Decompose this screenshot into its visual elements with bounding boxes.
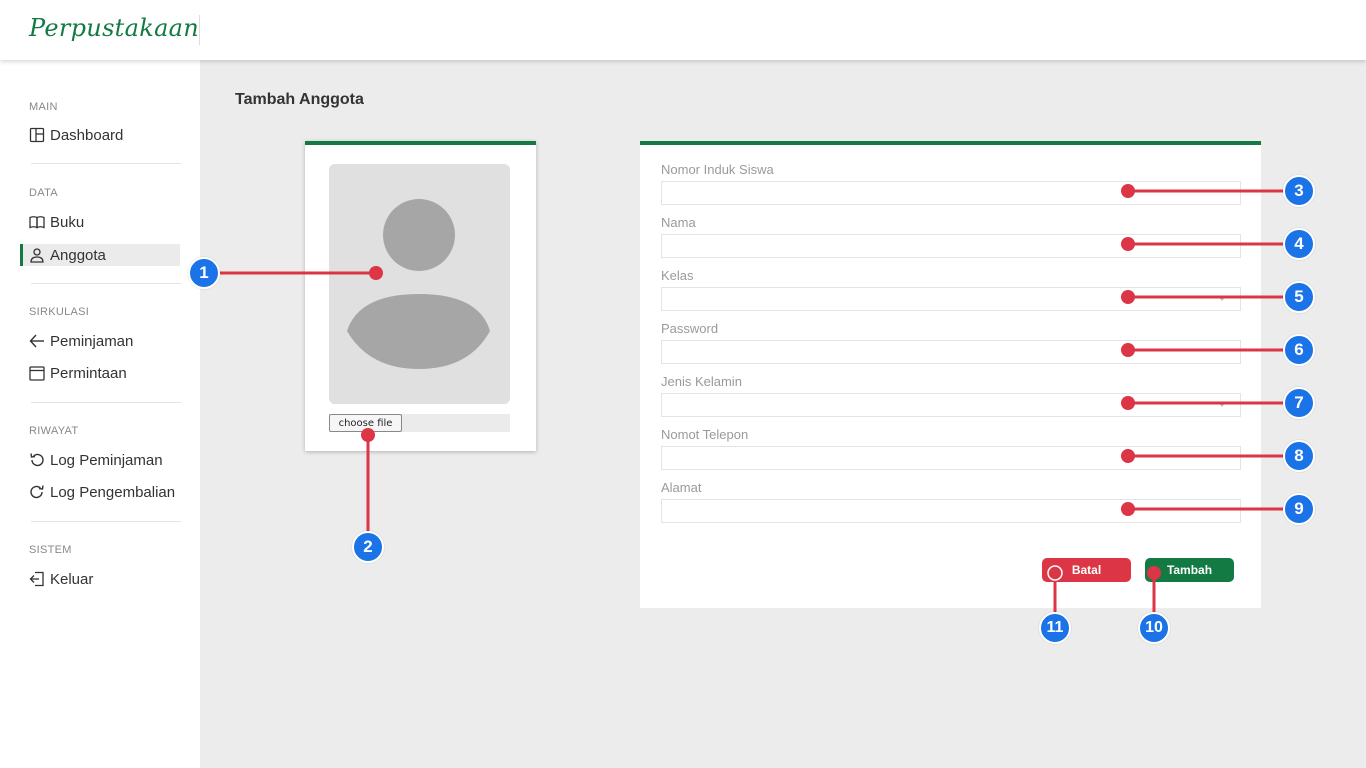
member-form: Nomor Induk Siswa Nama Kelas Password Je… (640, 141, 1261, 608)
avatar-placeholder[interactable] (329, 164, 510, 404)
sidebar-item-label: Permintaan (50, 364, 127, 382)
sidebar-item-permintaan[interactable]: Permintaan (20, 362, 180, 384)
sidebar-item-peminjaman[interactable]: Peminjaman (20, 330, 180, 352)
sidebar-item-label: Buku (50, 213, 85, 231)
annotation-badge: 8 (1283, 440, 1315, 472)
section-label-main: MAIN (29, 101, 58, 113)
annotation-badge: 10 (1138, 612, 1170, 644)
sidebar-divider (31, 521, 181, 522)
sidebar-item-label: Peminjaman (50, 332, 134, 350)
password-label: Password (661, 321, 719, 336)
rotate-ccw-icon (29, 452, 47, 468)
annotation-badge: 3 (1283, 175, 1315, 207)
sidebar-item-keluar[interactable]: Keluar (20, 568, 180, 590)
sidebar-divider (31, 283, 181, 284)
tambah-button[interactable]: Tambah (1145, 558, 1234, 582)
brand-logo[interactable]: Perpustakaan (29, 14, 199, 42)
batal-button[interactable]: Batal (1042, 558, 1131, 582)
book-icon (29, 214, 47, 230)
sidebar-item-log-peminjaman[interactable]: Log Peminjaman (20, 449, 180, 471)
alamat-input[interactable] (661, 499, 1241, 523)
sidebar-item-label: Keluar (50, 570, 94, 588)
sidebar-item-label: Log Pengembalian (50, 483, 176, 501)
annotation-badge: 11 (1039, 612, 1071, 644)
telepon-label: Nomot Telepon (661, 427, 749, 442)
arrow-left-icon (29, 333, 47, 349)
annotation-badge: 5 (1283, 281, 1315, 313)
sidebar: MAIN Dashboard DATA Buku Anggota SIRKULA… (0, 60, 200, 768)
kelas-label: Kelas (661, 268, 694, 283)
sidebar-item-dashboard[interactable]: Dashboard (20, 124, 180, 146)
nis-label: Nomor Induk Siswa (661, 162, 774, 177)
sidebar-item-log-pengembalian[interactable]: Log Pengembalian (20, 481, 180, 503)
sidebar-item-buku[interactable]: Buku (20, 211, 180, 233)
calendar-icon (29, 365, 47, 381)
rotate-cw-icon (29, 484, 47, 500)
top-header: Perpustakaan (0, 0, 1366, 60)
password-input[interactable] (661, 340, 1241, 364)
nis-input[interactable] (661, 181, 1241, 205)
sidebar-item-label: Anggota (50, 246, 106, 264)
sidebar-item-label: Dashboard (50, 126, 124, 144)
annotation-badge: 9 (1283, 493, 1315, 525)
logout-icon (29, 571, 47, 587)
layout-icon (29, 127, 47, 143)
section-label-riwayat: RIWAYAT (29, 425, 79, 437)
choose-file-button[interactable]: choose file (329, 414, 402, 432)
annotation-badge: 2 (352, 531, 384, 563)
file-input[interactable]: choose file (329, 414, 510, 432)
annotation-badge: 6 (1283, 334, 1315, 366)
page-title: Tambah Anggota (235, 91, 364, 108)
photo-card: choose file (305, 141, 536, 451)
section-label-sirkulasi: SIRKULASI (29, 306, 90, 318)
jenis-kelamin-select[interactable] (661, 393, 1241, 417)
user-silhouette-icon (329, 164, 510, 404)
nama-input[interactable] (661, 234, 1241, 258)
telepon-input[interactable] (661, 446, 1241, 470)
annotation-badge: 7 (1283, 387, 1315, 419)
sidebar-item-anggota[interactable]: Anggota (20, 244, 180, 266)
section-label-sistem: SISTEM (29, 544, 72, 556)
user-icon (29, 247, 47, 263)
jenis-kelamin-label: Jenis Kelamin (661, 374, 742, 389)
section-label-data: DATA (29, 187, 58, 199)
sidebar-item-label: Log Peminjaman (50, 451, 163, 469)
chevron-down-icon (1218, 402, 1226, 407)
kelas-select[interactable] (661, 287, 1241, 311)
annotation-badge: 4 (1283, 228, 1315, 260)
sidebar-divider (31, 163, 181, 164)
alamat-label: Alamat (661, 480, 702, 495)
nama-label: Nama (661, 215, 696, 230)
annotation-badge: 1 (188, 257, 220, 289)
header-divider (199, 15, 200, 45)
chevron-down-icon (1218, 296, 1226, 301)
sidebar-divider (31, 402, 181, 403)
